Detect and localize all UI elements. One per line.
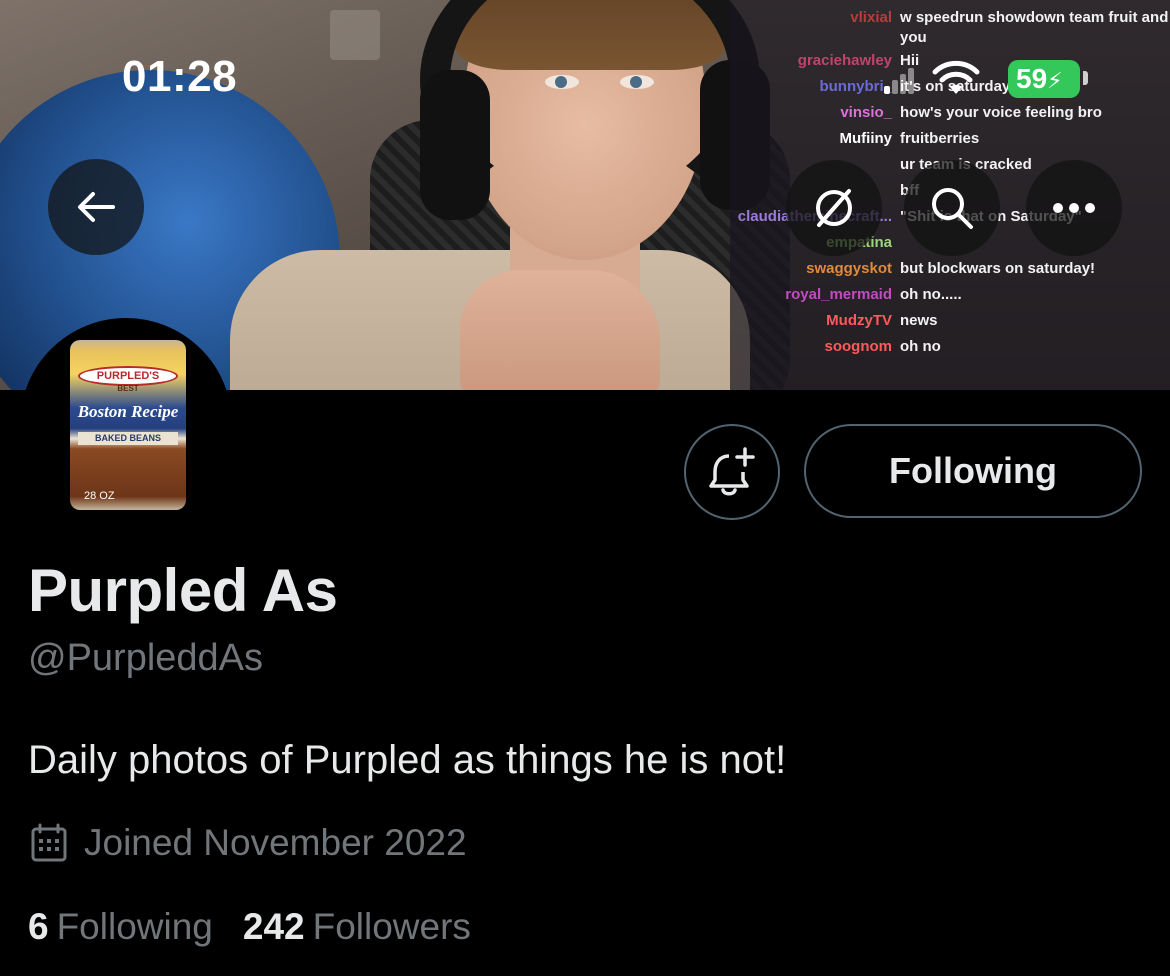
followers-count-link[interactable]: 242 Followers — [243, 906, 471, 948]
following-count: 6 — [28, 906, 49, 947]
cellular-signal-icon — [884, 68, 914, 94]
chat-username: soognom — [824, 338, 893, 355]
battery-level: 59 — [1016, 63, 1048, 94]
chat-message: Mufiiny fruitberries — [730, 126, 1170, 152]
chat-message: swaggyskot but blockwars on saturday! — [730, 256, 1170, 282]
chat-username: royal_mermaid — [785, 286, 892, 303]
following-count-link[interactable]: 6 Following — [28, 906, 213, 948]
chat-username: swaggyskot — [806, 260, 892, 277]
chat-message: vlixial w speedrun showdown team fruit an… — [730, 8, 1170, 48]
chat-username: vlixial — [850, 9, 892, 26]
chat-message: soognom oh no — [730, 334, 1170, 360]
chat-username: vinsio_ — [840, 104, 892, 121]
profile-bio: Daily photos of Purpled as things he is … — [28, 738, 787, 782]
notifications-button[interactable] — [684, 424, 780, 520]
profile-avatar[interactable]: PURPLED'S BEST Boston Recipe BAKED BEANS… — [20, 318, 232, 530]
followers-count: 242 — [242, 906, 305, 947]
wifi-icon — [932, 60, 980, 94]
can-recipe-label: Boston Recipe — [77, 402, 179, 421]
chat-message: MudzyTV news — [730, 308, 1170, 334]
chat-text: news — [900, 312, 938, 329]
chat-text: oh no — [900, 338, 941, 355]
profile-page: vlixial w speedrun showdown team fruit an… — [0, 0, 1170, 976]
back-button[interactable] — [48, 159, 144, 255]
following-button[interactable]: Following — [804, 424, 1142, 518]
can-brand-label: PURPLED'S — [78, 366, 178, 386]
chat-text: w speedrun showdown team fruit and you — [900, 9, 1169, 46]
followers-label: Followers — [312, 906, 471, 947]
banner-person-hand — [460, 270, 660, 390]
chat-text: oh no..... — [900, 286, 962, 303]
chat-username: Mufiiny — [839, 130, 893, 147]
username-handle: @PurpleddAs — [28, 637, 264, 679]
chat-username: bunnybri_ — [819, 78, 892, 95]
chat-text: but blockwars on saturday! — [900, 260, 1096, 277]
calendar-icon — [31, 823, 67, 862]
charging-bolt-icon: ⚡ — [1047, 68, 1063, 93]
more-options-button[interactable] — [1026, 160, 1122, 256]
search-icon — [932, 188, 973, 229]
chat-text: fruitberries — [900, 130, 980, 147]
chat-username: graciehawley — [797, 52, 892, 69]
chat-text: how's your voice feeling bro — [900, 104, 1102, 121]
joined-text: Joined November 2022 — [84, 822, 467, 863]
battery-tip — [1083, 71, 1088, 85]
banner-outlet — [330, 10, 380, 60]
chat-message: vinsio_ how's your voice feeling bro — [730, 100, 1170, 126]
follow-stats: 6 Following 242 Followers — [28, 906, 501, 948]
display-name: Purpled As — [28, 557, 338, 624]
battery-indicator: 59⚡ — [1008, 60, 1080, 98]
slashed-circle-icon — [816, 189, 852, 227]
chat-username: MudzyTV — [826, 312, 892, 329]
joined-date: Joined November 2022 — [28, 822, 467, 864]
grok-button[interactable] — [786, 160, 882, 256]
can-kind-label: BAKED BEANS — [78, 432, 178, 445]
can-oz-label: 28 OZ — [84, 490, 115, 502]
chat-message: royal_mermaid oh no..... — [730, 282, 1170, 308]
bell-plus-icon — [709, 447, 755, 496]
can-best-label: BEST — [117, 384, 139, 393]
following-label: Following — [56, 906, 213, 947]
banner-headphone-cup-left — [420, 70, 490, 220]
more-dots-icon — [1053, 203, 1095, 213]
status-bar-time: 01:28 — [122, 52, 238, 101]
back-arrow-icon — [78, 192, 115, 222]
search-button[interactable] — [904, 160, 1000, 256]
